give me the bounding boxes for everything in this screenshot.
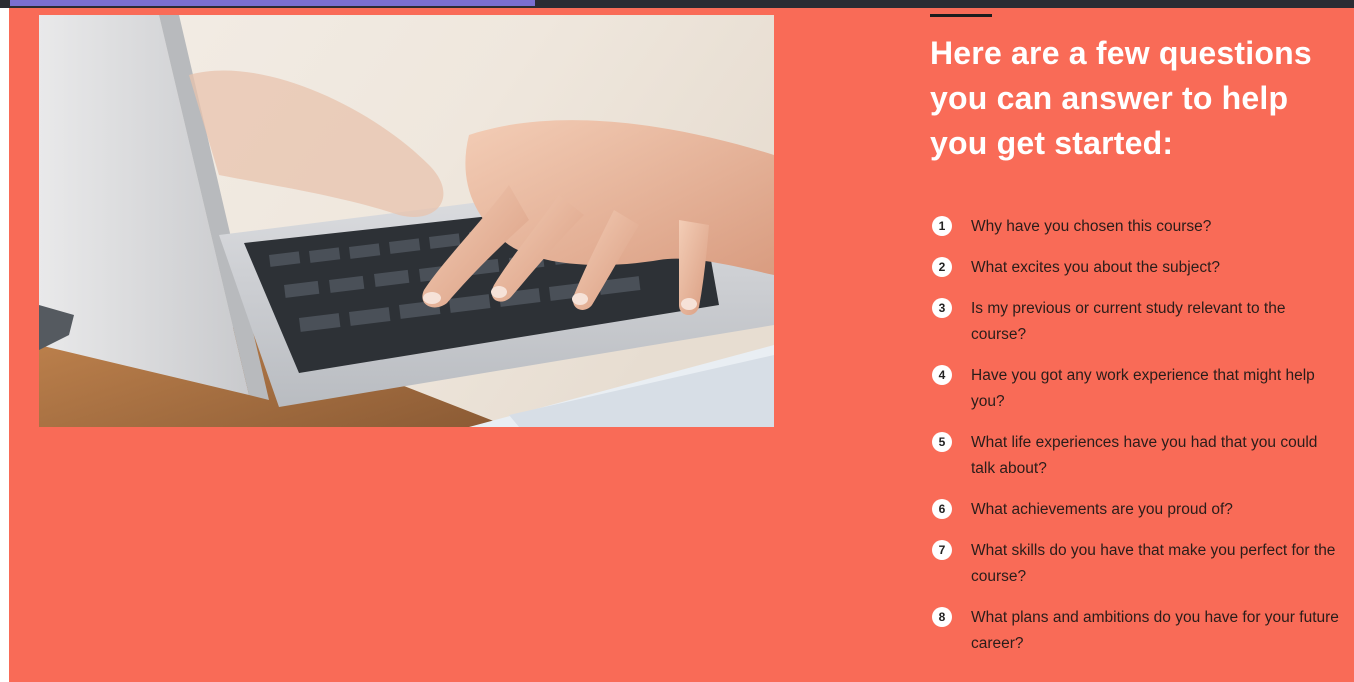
- hero-image: [39, 15, 774, 427]
- content-section: Here are a few questions you can answer …: [9, 8, 1354, 682]
- list-item: 8 What plans and ambitions do you have f…: [930, 605, 1340, 657]
- question-text: What life experiences have you had that …: [971, 434, 1318, 477]
- active-tab-strip[interactable]: [10, 0, 535, 6]
- question-text: Is my previous or current study relevant…: [971, 300, 1286, 343]
- browser-top-bar: [0, 0, 1354, 8]
- number-badge: 2: [932, 257, 952, 277]
- question-text: What excites you about the subject?: [971, 259, 1221, 276]
- number-badge: 5: [932, 432, 952, 452]
- list-item: 5 What life experiences have you had tha…: [930, 430, 1340, 482]
- list-item: 4 Have you got any work experience that …: [930, 363, 1340, 415]
- question-text: What achievements are you proud of?: [971, 501, 1233, 518]
- number-badge: 1: [932, 216, 952, 236]
- number-badge: 6: [932, 499, 952, 519]
- number-badge: 3: [932, 298, 952, 318]
- list-item: 1 Why have you chosen this course?: [930, 214, 1340, 240]
- list-item: 3 Is my previous or current study releva…: [930, 296, 1340, 348]
- number-badge: 8: [932, 607, 952, 627]
- list-item: 6 What achievements are you proud of?: [930, 497, 1340, 523]
- question-text: What skills do you have that make you pe…: [971, 542, 1336, 585]
- question-text: Why have you chosen this course?: [971, 218, 1212, 235]
- number-badge: 7: [932, 540, 952, 560]
- heading-accent-line: [930, 14, 992, 17]
- section-heading: Here are a few questions you can answer …: [930, 35, 1312, 161]
- questions-list: 1 Why have you chosen this course? 2 Wha…: [930, 214, 1340, 657]
- list-item: 2 What excites you about the subject?: [930, 255, 1340, 281]
- list-item: 7 What skills do you have that make you …: [930, 538, 1340, 590]
- question-text: Have you got any work experience that mi…: [971, 367, 1315, 410]
- question-text: What plans and ambitions do you have for…: [971, 609, 1339, 652]
- questions-panel: Here are a few questions you can answer …: [930, 14, 1340, 672]
- number-badge: 4: [932, 365, 952, 385]
